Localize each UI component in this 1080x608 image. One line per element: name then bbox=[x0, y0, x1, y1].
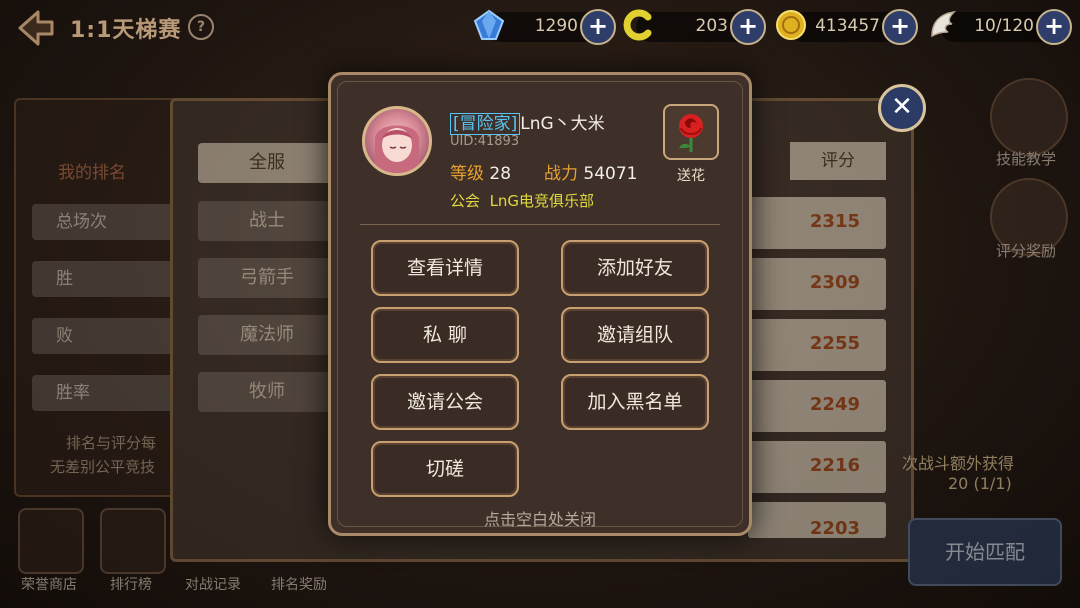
honor-shop-label: 荣誉商店 bbox=[21, 577, 77, 593]
category-tab-warrior[interactable]: 战士 bbox=[198, 201, 336, 241]
tutorial-icon[interactable] bbox=[990, 78, 1068, 156]
top-bar: 1:1天梯赛 ? 1290 + 203 + 413457 + 10/120 + bbox=[0, 0, 1080, 58]
player-uid: UID:41893 bbox=[450, 134, 520, 149]
score-value: 2315 bbox=[809, 211, 860, 232]
ranking-note-line1: 排名与评分每 bbox=[66, 434, 157, 452]
score-reward-label: 评分奖励 bbox=[995, 242, 1056, 260]
table-row[interactable]: 2309 bbox=[748, 258, 886, 310]
stat-win-rate: 胜率 bbox=[32, 375, 192, 411]
back-arrow-icon[interactable] bbox=[14, 8, 58, 48]
player-title-tag: [冒险家] bbox=[450, 113, 521, 135]
category-tab-mage[interactable]: 魔法师 bbox=[198, 315, 336, 355]
resource-stamina: 10/120 + bbox=[931, 9, 1072, 45]
score-value: 2203 bbox=[809, 518, 860, 539]
add-stamina-button[interactable]: + bbox=[1036, 9, 1072, 45]
tutorial-label: 技能教学 bbox=[995, 150, 1056, 168]
table-row[interactable]: 2216 bbox=[748, 441, 886, 493]
guild-name: LnG电竞俱乐部 bbox=[489, 192, 595, 210]
c-coin-icon bbox=[622, 8, 656, 42]
category-tab-all[interactable]: 全服 bbox=[198, 143, 336, 183]
private-chat-button[interactable]: 私 聊 bbox=[371, 307, 519, 363]
table-row[interactable]: 2255 bbox=[748, 319, 886, 371]
score-column-header: 评分 bbox=[790, 142, 886, 180]
send-flower-button[interactable] bbox=[663, 104, 719, 160]
wing-icon bbox=[926, 8, 960, 42]
resource-c-coin: 203 + bbox=[623, 9, 766, 45]
leaderboard-label: 排行榜 bbox=[110, 577, 152, 593]
player-name-row: [冒险家] LnG丶大米 bbox=[450, 109, 605, 135]
level-value: 28 bbox=[489, 164, 512, 184]
view-details-button[interactable]: 查看详情 bbox=[371, 240, 519, 296]
send-flower-label: 送花 bbox=[677, 168, 705, 184]
extra-reward-count: 20 (1/1) bbox=[948, 474, 1012, 493]
table-row[interactable]: 2315 bbox=[748, 197, 886, 249]
player-level: 等级 28 bbox=[450, 159, 511, 184]
spar-button[interactable]: 切磋 bbox=[371, 441, 519, 497]
trophy-icon[interactable] bbox=[100, 508, 166, 574]
c-coin-count: 203 bbox=[695, 16, 728, 36]
add-c-coin-button[interactable]: + bbox=[730, 9, 766, 45]
category-tab-archer[interactable]: 弓箭手 bbox=[198, 258, 336, 298]
match-record-label[interactable]: 对战记录 bbox=[168, 574, 258, 594]
add-blacklist-button[interactable]: 加入黑名单 bbox=[561, 374, 709, 430]
ranking-note-line2: 无差别公平竞技 bbox=[50, 458, 156, 476]
add-friend-button[interactable]: 添加好友 bbox=[561, 240, 709, 296]
close-hint[interactable]: 点击空白处关闭 bbox=[330, 506, 750, 530]
help-icon[interactable]: ? bbox=[188, 14, 214, 40]
rank-reward-label[interactable]: 排名奖励 bbox=[254, 574, 344, 594]
page-title: 1:1天梯赛 bbox=[70, 18, 182, 43]
guild-label: 公会 bbox=[450, 192, 481, 210]
stat-losses: 败 bbox=[32, 318, 192, 354]
my-ranking-heading: 我的排名 bbox=[58, 163, 126, 183]
stat-total-matches: 总场次 bbox=[32, 204, 192, 240]
power-value: 54071 bbox=[583, 164, 638, 184]
player-avatar[interactable] bbox=[362, 106, 432, 176]
table-row[interactable]: 2203 bbox=[748, 502, 886, 539]
table-row[interactable]: 2249 bbox=[748, 380, 886, 432]
player-name: LnG丶大米 bbox=[520, 114, 605, 134]
gold-coin-icon bbox=[774, 8, 808, 42]
score-value: 2216 bbox=[809, 455, 860, 476]
category-tab-priest[interactable]: 牧师 bbox=[198, 372, 336, 412]
resource-gold: 413457 + bbox=[776, 9, 918, 45]
invite-team-button[interactable]: 邀请组队 bbox=[561, 307, 709, 363]
level-label: 等级 bbox=[450, 164, 484, 184]
invite-guild-button[interactable]: 邀请公会 bbox=[371, 374, 519, 430]
score-value: 2255 bbox=[809, 333, 860, 354]
power-label: 战力 bbox=[544, 164, 578, 184]
rose-icon bbox=[679, 114, 703, 152]
add-gold-button[interactable]: + bbox=[882, 9, 918, 45]
shop-icon[interactable] bbox=[18, 508, 84, 574]
score-value: 2309 bbox=[809, 272, 860, 293]
gem-count: 1290 bbox=[534, 16, 578, 36]
blue-gem-icon bbox=[472, 8, 506, 42]
add-gem-button[interactable]: + bbox=[580, 9, 616, 45]
player-guild: 公会 LnG电竞俱乐部 bbox=[450, 190, 594, 211]
resource-gem: 1290 + bbox=[473, 9, 616, 45]
close-button[interactable]: ✕ bbox=[878, 84, 926, 132]
gold-count: 413457 bbox=[815, 16, 880, 36]
player-power: 战力 54071 bbox=[544, 159, 638, 184]
popup-divider bbox=[360, 224, 720, 225]
extra-reward-text: 次战斗额外获得 bbox=[902, 454, 1015, 473]
score-value: 2249 bbox=[809, 394, 860, 415]
start-match-button[interactable]: 开始匹配 bbox=[908, 518, 1062, 586]
stat-wins: 胜 bbox=[32, 261, 192, 297]
stamina-count: 10/120 bbox=[974, 16, 1034, 36]
